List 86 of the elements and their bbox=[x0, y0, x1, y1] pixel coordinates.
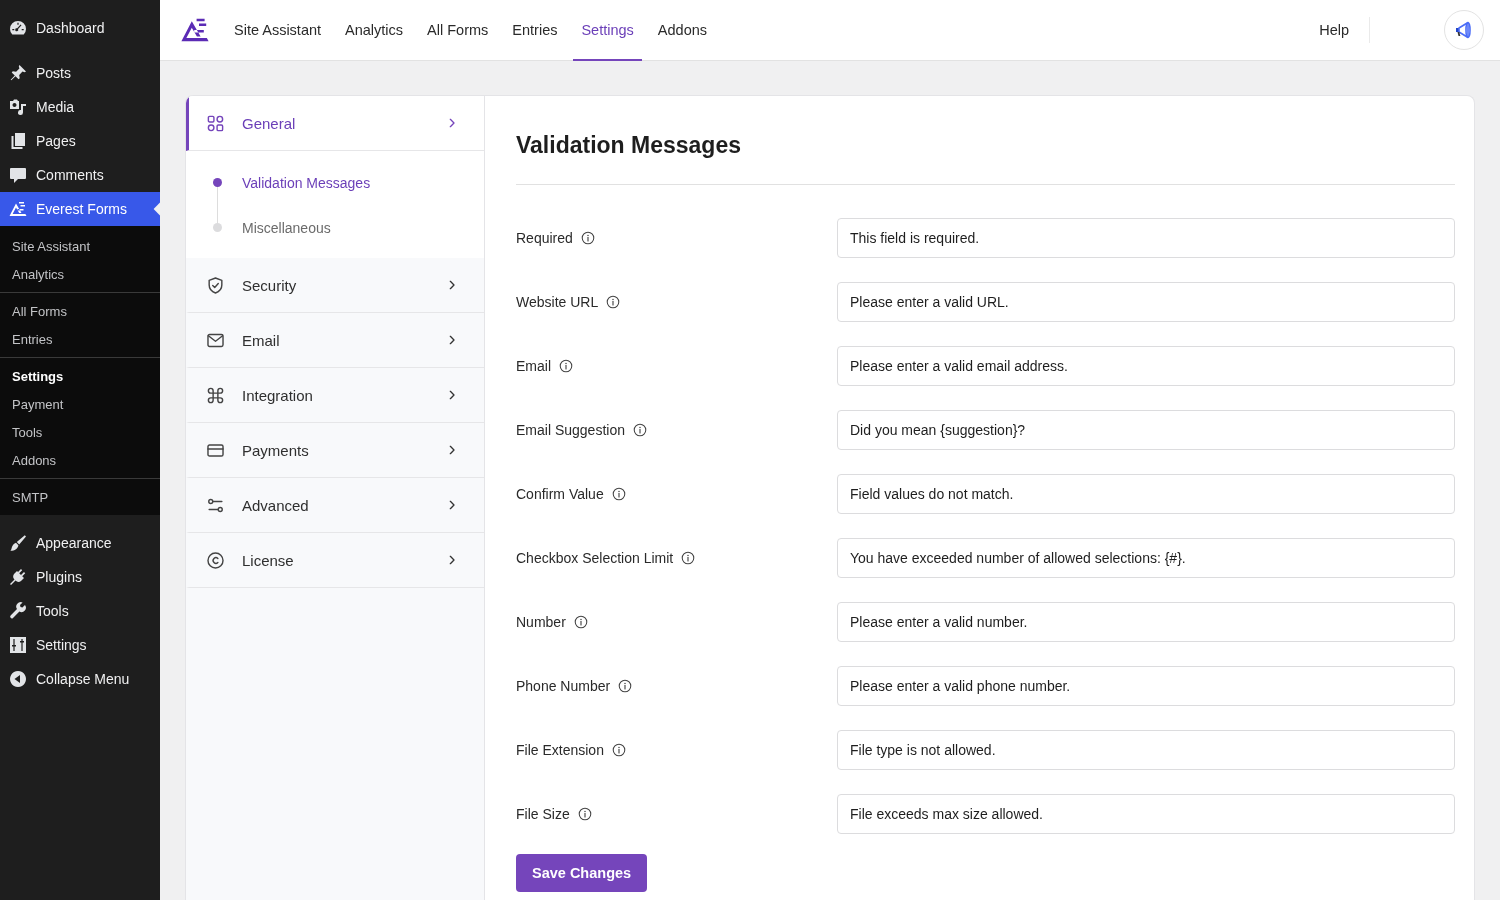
collapse-icon bbox=[8, 669, 28, 689]
field-label: Required bbox=[516, 230, 573, 246]
nav-tab[interactable]: Settings bbox=[573, 0, 642, 61]
grid-icon bbox=[206, 113, 225, 133]
info-icon[interactable] bbox=[632, 423, 647, 437]
pin-icon bbox=[8, 63, 28, 83]
plug-icon bbox=[8, 567, 28, 587]
admin-menu-item[interactable]: Tools bbox=[0, 594, 160, 628]
field-label: File Size bbox=[516, 806, 570, 822]
field-label: Phone Number bbox=[516, 678, 611, 694]
admin-menu-item[interactable]: Everest Forms bbox=[0, 192, 160, 226]
message-input[interactable]: Please enter a valid email address. bbox=[837, 346, 1455, 386]
field-label: File Extension bbox=[516, 742, 604, 758]
settings-subnav-item[interactable]: Validation Messages bbox=[186, 160, 484, 205]
announcement-button[interactable] bbox=[1444, 10, 1484, 50]
copyright-icon bbox=[206, 550, 225, 570]
info-icon[interactable] bbox=[681, 551, 696, 565]
nav-tab[interactable]: Site Assistant bbox=[226, 0, 330, 61]
admin-menu-item[interactable]: Comments bbox=[0, 158, 160, 192]
message-input[interactable]: File exceeds max size allowed. bbox=[837, 794, 1455, 834]
settings-nav-item[interactable]: License bbox=[186, 533, 484, 588]
info-icon[interactable] bbox=[618, 679, 633, 693]
message-input[interactable]: You have exceeded number of allowed selections: {#}. bbox=[837, 538, 1455, 578]
admin-menu-item[interactable]: Settings bbox=[0, 628, 160, 662]
sliders-icon bbox=[8, 635, 28, 655]
settings-nav-item[interactable]: Security bbox=[186, 258, 484, 313]
step-dot-icon bbox=[213, 223, 222, 232]
command-key-icon bbox=[206, 385, 225, 405]
gauge-icon bbox=[8, 18, 28, 38]
admin-menu-item[interactable]: Media bbox=[0, 90, 160, 124]
admin-menu-item[interactable]: Posts bbox=[0, 56, 160, 90]
nav-tab[interactable]: Addons bbox=[649, 0, 716, 61]
settings-nav-item[interactable]: Integration bbox=[186, 368, 484, 423]
admin-submenu-item[interactable]: SMTP bbox=[0, 483, 160, 511]
nav-tab[interactable]: Analytics bbox=[337, 0, 412, 61]
admin-menu-item[interactable]: Plugins bbox=[0, 560, 160, 594]
info-icon[interactable] bbox=[580, 231, 595, 245]
admin-submenu-item[interactable]: Addons bbox=[0, 446, 160, 474]
step-dot-icon bbox=[213, 178, 222, 187]
current-pointer-icon bbox=[152, 201, 160, 217]
settings-nav-item[interactable]: Advanced bbox=[186, 478, 484, 533]
settings-nav-item[interactable]: General bbox=[186, 96, 484, 151]
admin-menu-item[interactable]: Collapse Menu bbox=[0, 662, 160, 696]
admin-submenu-item[interactable]: Analytics bbox=[0, 260, 160, 288]
admin-menu-item[interactable]: Appearance bbox=[0, 526, 160, 560]
logo-icon bbox=[8, 199, 28, 219]
admin-submenu-item[interactable]: Payment bbox=[0, 390, 160, 418]
field-label: Number bbox=[516, 614, 566, 630]
info-icon[interactable] bbox=[611, 487, 626, 501]
field-label: Email bbox=[516, 358, 551, 374]
admin-menu-item[interactable]: Pages bbox=[0, 124, 160, 158]
nav-tab[interactable]: Entries bbox=[504, 0, 566, 61]
settings-nav-item[interactable]: Email bbox=[186, 313, 484, 368]
wrench-icon bbox=[8, 601, 28, 621]
settings-nav-item[interactable]: Payments bbox=[186, 423, 484, 478]
info-icon[interactable] bbox=[611, 743, 626, 757]
info-icon[interactable] bbox=[577, 807, 592, 821]
media-icon bbox=[8, 97, 28, 117]
message-input[interactable]: Did you mean {suggestion}? bbox=[837, 410, 1455, 450]
admin-submenu-item[interactable]: Entries bbox=[0, 325, 160, 353]
field-label: Checkbox Selection Limit bbox=[516, 550, 674, 566]
field-label: Confirm Value bbox=[516, 486, 604, 502]
field-label: Email Suggestion bbox=[516, 422, 625, 438]
brush-icon bbox=[8, 533, 28, 553]
save-changes-button[interactable]: Save Changes bbox=[516, 854, 648, 892]
settings-subnav-item[interactable]: Miscellaneous bbox=[186, 205, 484, 250]
field-label: Website URL bbox=[516, 294, 599, 310]
message-input[interactable]: This field is required. bbox=[837, 218, 1455, 258]
message-input[interactable]: File type is not allowed. bbox=[837, 730, 1455, 770]
message-input[interactable]: Please enter a valid URL. bbox=[837, 282, 1455, 322]
shield-check-icon bbox=[206, 275, 225, 295]
speech-bubble-icon bbox=[8, 165, 28, 185]
info-icon[interactable] bbox=[573, 615, 588, 629]
admin-submenu-item[interactable]: Site Assistant bbox=[0, 232, 160, 260]
admin-menu-item[interactable]: Dashboard bbox=[0, 11, 160, 45]
message-input[interactable]: Field values do not match. bbox=[837, 474, 1455, 514]
admin-submenu-item[interactable]: Settings bbox=[0, 362, 160, 390]
message-input[interactable]: Please enter a valid number. bbox=[837, 602, 1455, 642]
help-link[interactable]: Help bbox=[1315, 22, 1353, 38]
admin-submenu-item[interactable]: All Forms bbox=[0, 297, 160, 325]
info-icon[interactable] bbox=[559, 359, 573, 373]
page-title: Validation Messages bbox=[516, 130, 1455, 185]
nav-tab[interactable]: All Forms bbox=[419, 0, 497, 61]
message-input[interactable]: Please enter a valid phone number. bbox=[837, 666, 1455, 706]
admin-submenu-item[interactable]: Tools bbox=[0, 418, 160, 446]
info-icon[interactable] bbox=[606, 295, 621, 309]
